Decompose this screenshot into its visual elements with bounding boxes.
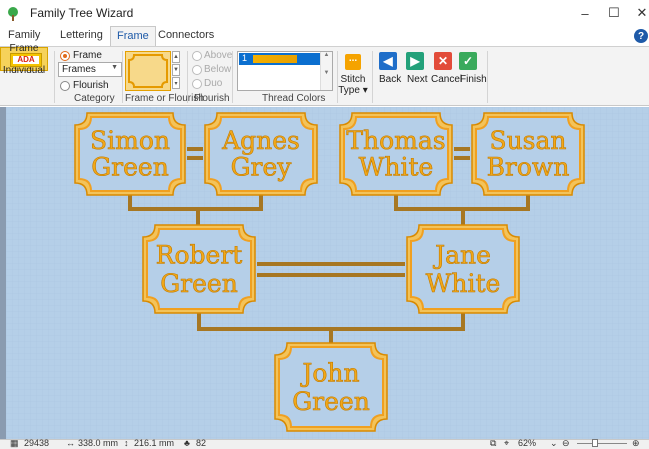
design-canvas[interactable]: Simon Green Agnes Grey Thomas White Susan Brown… (0, 107, 649, 439)
person-frame[interactable]: ThomasWhite (339, 112, 453, 196)
flourish-duo-radio[interactable] (192, 79, 202, 89)
ribbon-separator (122, 51, 123, 103)
flourish-below-label: Below (204, 64, 232, 75)
stitch-count: 29438 (24, 438, 50, 448)
frame-scroll-down-button[interactable]: ▼ (172, 64, 180, 76)
person-last-name: Brown (487, 152, 570, 181)
ribbon-separator (187, 51, 188, 103)
fit-view-icon[interactable]: ⧉ (490, 438, 496, 449)
category-group-label: Category (74, 93, 115, 104)
height-icon: ↕ (124, 438, 129, 448)
family-tree-drawing: SimonGreenAgnesGreyThomasWhiteSusanBrown… (6, 107, 649, 439)
person-first-name: Susan (489, 126, 566, 155)
ada-frame-icon[interactable]: ADA (10, 53, 42, 67)
ribbon-separator (54, 51, 55, 103)
minimize-button[interactable]: – (573, 3, 597, 23)
next-button[interactable]: Next (407, 74, 428, 85)
person-frame[interactable]: JohnGreen (274, 342, 388, 432)
person-frame[interactable]: SimonGreen (74, 112, 186, 196)
design-width: 338.0 mm (78, 438, 119, 448)
person-first-name: John (299, 359, 359, 388)
stitch-count-icon: ▦ (10, 438, 19, 448)
flourish-above-radio[interactable] (192, 51, 202, 61)
stitch-type-button[interactable]: Stitch Type ▾ (338, 74, 368, 96)
frame-expand-button[interactable]: ▾ (172, 77, 180, 89)
person-first-name: Robert (156, 241, 243, 270)
tree-app-icon (8, 7, 18, 21)
next-arrow-icon[interactable]: ▶ (406, 52, 424, 70)
flourish-below-radio[interactable] (192, 65, 202, 75)
close-button[interactable]: ✕ (630, 3, 649, 23)
person-frame[interactable]: SusanBrown (471, 112, 585, 196)
tab-frame[interactable]: Frame (110, 26, 156, 46)
person-first-name: Jane (432, 241, 491, 270)
window-title: Family Tree Wizard (30, 6, 134, 20)
person-first-name: Agnes (221, 126, 300, 155)
zoom-slider-thumb[interactable] (592, 439, 598, 447)
person-last-name: Green (292, 387, 370, 416)
back-arrow-icon[interactable]: ◀ (379, 52, 397, 70)
zoom-in-icon[interactable]: ⊕ (632, 438, 640, 449)
cancel-x-icon[interactable]: ✕ (434, 52, 452, 70)
chevron-down-icon: ▼ (111, 64, 118, 71)
ribbon-separator (372, 51, 373, 103)
tab-connectors[interactable]: Connectors (158, 29, 214, 41)
design-height: 216.1 mm (134, 438, 175, 448)
category-frame-radio[interactable] (60, 51, 70, 61)
person-frame[interactable]: JaneWhite (406, 224, 520, 314)
zoom-level[interactable]: 62% (518, 438, 536, 448)
flourish-group-label: Flourish (194, 93, 230, 104)
category-flourish-radio[interactable] (60, 81, 70, 91)
person-frame[interactable]: AgnesGrey (204, 112, 318, 196)
status-bar: ▦ 29438 ↔ 338.0 mm ↕ 216.1 mm ♣ 82 ⧉ ⌖ 6… (0, 438, 649, 449)
tab-lettering[interactable]: Lettering (60, 29, 103, 41)
color-count-icon: ♣ (184, 438, 190, 448)
zoom-actual-icon[interactable]: ⌖ (504, 438, 509, 449)
thread-color-swatch (253, 55, 297, 63)
person-last-name: Green (160, 269, 238, 298)
tab-family[interactable]: Family (8, 29, 40, 41)
person-last-name: Green (91, 152, 169, 181)
maximize-button[interactable]: ☐ (602, 3, 626, 23)
thread-color-row[interactable]: 1 (239, 53, 321, 65)
category-frame-label: Frame (73, 50, 102, 61)
person-last-name: Grey (231, 152, 293, 181)
zoom-dropdown-chevron-icon[interactable]: ⌄ (550, 438, 558, 449)
thread-list-scrollbar[interactable]: ▲ ▼ (320, 52, 332, 90)
ribbon: ADA Frame Each Individual Frame Frames ▼… (0, 43, 649, 106)
flourish-above-label: Above (204, 50, 233, 61)
person-last-name: White (426, 269, 501, 298)
back-button[interactable]: Back (379, 74, 401, 85)
person-first-name: Thomas (346, 126, 445, 155)
color-count: 82 (196, 438, 207, 448)
frame-or-flourish-group-label: Frame or Flourish (125, 93, 204, 104)
frame-shape-preview[interactable] (125, 51, 171, 91)
frames-dropdown[interactable]: Frames ▼ (58, 62, 122, 77)
ribbon-tabs: Family Lettering Frame Connectors (0, 26, 649, 46)
ribbon-separator (232, 51, 233, 103)
category-flourish-label: Flourish (73, 80, 109, 91)
stitch-type-icon[interactable]: ... (345, 54, 361, 70)
zoom-out-icon[interactable]: ⊖ (562, 438, 570, 449)
zoom-slider[interactable] (577, 443, 627, 444)
finish-check-icon[interactable]: ✓ (459, 52, 477, 70)
cancel-button[interactable]: Cancel (431, 74, 462, 85)
ribbon-separator (487, 51, 488, 103)
thread-colors-group-label: Thread Colors (262, 93, 326, 104)
width-icon: ↔ (66, 438, 75, 448)
thread-colors-list[interactable]: 1 ▲ ▼ (237, 51, 333, 91)
title-bar: Family Tree Wizard – ☐ ✕ (0, 0, 649, 26)
frame-scroll-up-button[interactable]: ▲ (172, 51, 180, 63)
person-frame[interactable]: RobertGreen (142, 224, 256, 314)
person-first-name: Simon (90, 126, 170, 155)
help-icon[interactable]: ? (634, 29, 648, 43)
flourish-duo-label: Duo (204, 78, 223, 89)
finish-button[interactable]: Finish (460, 74, 487, 85)
person-last-name: White (359, 152, 434, 181)
